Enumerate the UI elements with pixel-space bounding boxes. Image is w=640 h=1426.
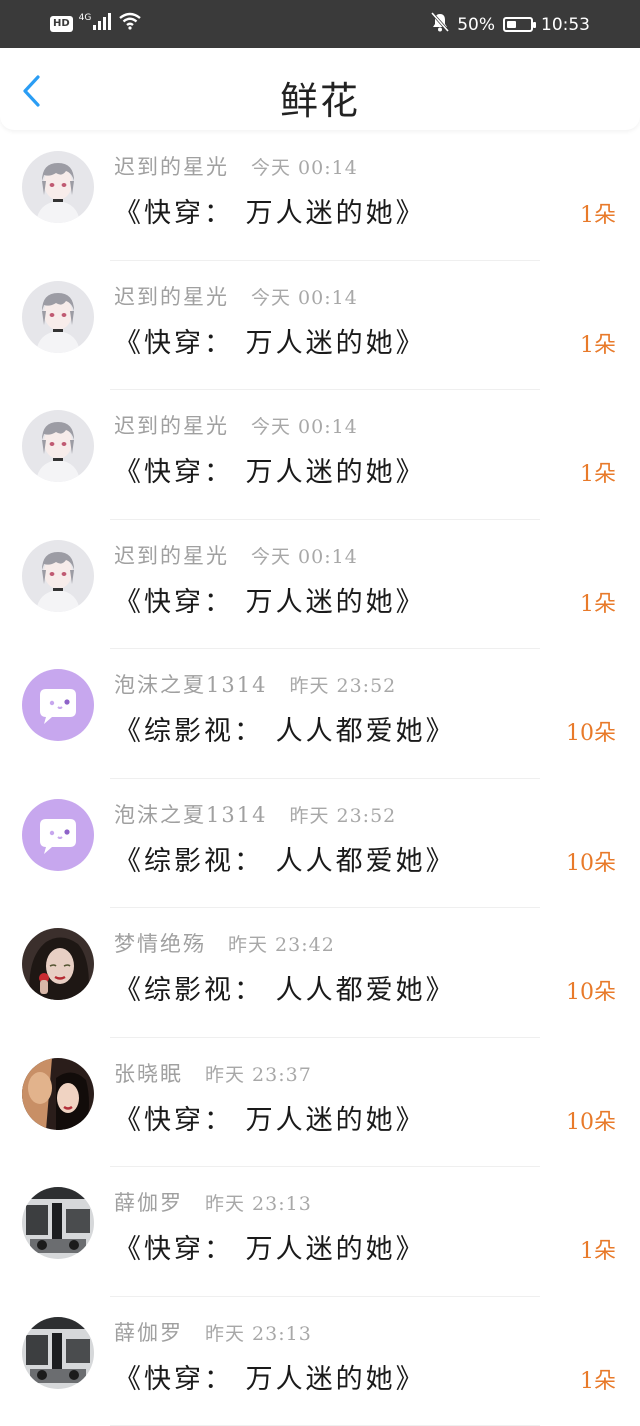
timestamp: 今天 00:14	[251, 287, 358, 309]
book-title[interactable]: 《综影视： 人人都爱她》	[114, 968, 456, 1007]
timestamp: 今天 00:14	[251, 157, 358, 179]
network-label: 4G	[79, 13, 92, 23]
flower-list: 迟到的星光今天 00:14《快穿： 万人迷的她》1朵 迟到的星光今天 00:14…	[0, 131, 640, 1426]
status-bar: HD 4G	[0, 0, 640, 48]
list-item[interactable]: 张晓眠昨天 23:37 《快穿： 万人迷的她》 10朵	[0, 1038, 640, 1168]
book-title[interactable]: 《快穿： 万人迷的她》	[114, 191, 426, 230]
name-line: 泡沫之夏1314 昨天 23:52	[114, 799, 396, 829]
battery-icon	[503, 17, 533, 32]
couple-photo-avatar[interactable]	[22, 1058, 94, 1130]
user-name[interactable]: 泡沫之夏1314	[114, 673, 267, 697]
flower-count: 10朵	[566, 1104, 616, 1136]
timestamp: 昨天 23:37	[205, 1064, 312, 1086]
list-item[interactable]: 梦情绝殇昨天 23:42 《综影视： 人人都爱她》 10朵	[0, 908, 640, 1038]
name-line: 迟到的星光今天 00:14	[114, 281, 358, 311]
list-item[interactable]: 泡沫之夏1314 昨天 23:52 《综影视： 人人都爱她》 10朵	[0, 779, 640, 909]
hd-badge: HD	[50, 16, 73, 32]
flower-count: 1朵	[580, 197, 616, 229]
list-item[interactable]: 薛伽罗昨天 23:13 《快穿： 万人迷的她》 1朵	[0, 1297, 640, 1426]
user-name[interactable]: 薛伽罗	[114, 1191, 183, 1215]
name-line: 梦情绝殇昨天 23:42	[114, 928, 335, 958]
name-line: 张晓眠昨天 23:37	[114, 1058, 312, 1088]
flower-count: 1朵	[580, 456, 616, 488]
book-title[interactable]: 《快穿： 万人迷的她》	[114, 321, 426, 360]
user-name[interactable]: 薛伽罗	[114, 1321, 183, 1345]
name-line: 薛伽罗昨天 23:13	[114, 1317, 312, 1347]
book-title[interactable]: 《快穿： 万人迷的她》	[114, 450, 426, 489]
timestamp: 今天 00:14	[251, 416, 358, 438]
list-item[interactable]: 迟到的星光今天 00:14 《快穿： 万人迷的她》 1朵	[0, 390, 640, 520]
flower-count: 10朵	[566, 715, 616, 747]
mute-bell-icon	[431, 12, 449, 37]
name-line: 薛伽罗昨天 23:13	[114, 1187, 312, 1217]
status-time: 10:53	[541, 15, 590, 35]
book-title[interactable]: 《快穿： 万人迷的她》	[114, 1357, 426, 1396]
user-name[interactable]: 迟到的星光	[114, 544, 229, 568]
timestamp: 昨天 23:52	[289, 675, 396, 697]
flower-count: 1朵	[580, 586, 616, 618]
book-title[interactable]: 《综影视： 人人都爱她》	[114, 839, 456, 878]
flower-count: 10朵	[566, 845, 616, 877]
user-name[interactable]: 梦情绝殇	[114, 932, 206, 956]
timestamp: 今天 00:14	[251, 546, 358, 568]
signal-icon	[93, 12, 113, 35]
timestamp: 昨天 23:13	[205, 1323, 312, 1345]
default-chat-avatar[interactable]	[22, 669, 94, 741]
flower-count: 1朵	[580, 327, 616, 359]
name-line: 迟到的星光今天 00:14	[114, 410, 358, 440]
book-title[interactable]: 《综影视： 人人都爱她》	[114, 709, 456, 748]
user-name[interactable]: 迟到的星光	[114, 285, 229, 309]
book-title[interactable]: 《快穿： 万人迷的她》	[114, 580, 426, 619]
timestamp: 昨天 23:42	[228, 934, 335, 956]
anime-boy-avatar[interactable]	[22, 281, 94, 353]
name-line: 迟到的星光今天 00:14	[114, 151, 358, 181]
wifi-icon	[119, 12, 141, 35]
flower-count: 1朵	[580, 1363, 616, 1395]
anime-boy-avatar[interactable]	[22, 151, 94, 223]
default-chat-avatar[interactable]	[22, 799, 94, 871]
woman-photo-avatar[interactable]	[22, 928, 94, 1000]
status-right: 50% 10:53	[431, 12, 590, 37]
monochrome-photo-avatar[interactable]	[22, 1187, 94, 1259]
timestamp: 昨天 23:52	[289, 805, 396, 827]
timestamp: 昨天 23:13	[205, 1193, 312, 1215]
user-name[interactable]: 张晓眠	[114, 1062, 183, 1086]
list-item[interactable]: 薛伽罗昨天 23:13 《快穿： 万人迷的她》 1朵	[0, 1167, 640, 1297]
list-item[interactable]: 迟到的星光今天 00:14 《快穿： 万人迷的她》 1朵	[0, 261, 640, 391]
anime-boy-avatar[interactable]	[22, 410, 94, 482]
flower-count: 10朵	[566, 974, 616, 1006]
book-title[interactable]: 《快穿： 万人迷的她》	[114, 1098, 426, 1137]
user-name[interactable]: 迟到的星光	[114, 414, 229, 438]
name-line: 迟到的星光今天 00:14	[114, 540, 358, 570]
user-name[interactable]: 泡沫之夏1314	[114, 803, 267, 827]
list-item[interactable]: 泡沫之夏1314 昨天 23:52 《综影视： 人人都爱她》 10朵	[0, 649, 640, 779]
page-title: 鲜花	[0, 70, 640, 125]
user-name[interactable]: 迟到的星光	[114, 155, 229, 179]
battery-level	[507, 21, 516, 28]
list-item[interactable]: 迟到的星光今天 00:14 《快穿： 万人迷的她》 1朵	[0, 520, 640, 650]
list-item[interactable]: 迟到的星光今天 00:14 《快穿： 万人迷的她》 1朵	[0, 131, 640, 261]
book-title[interactable]: 《快穿： 万人迷的她》	[114, 1227, 426, 1266]
monochrome-photo-avatar[interactable]	[22, 1317, 94, 1389]
battery-percent: 50%	[457, 15, 495, 35]
name-line: 泡沫之夏1314 昨天 23:52	[114, 669, 396, 699]
status-left: HD 4G	[50, 12, 141, 35]
flower-count: 1朵	[580, 1233, 616, 1265]
header-bar: 鲜花	[0, 48, 640, 130]
anime-boy-avatar[interactable]	[22, 540, 94, 612]
